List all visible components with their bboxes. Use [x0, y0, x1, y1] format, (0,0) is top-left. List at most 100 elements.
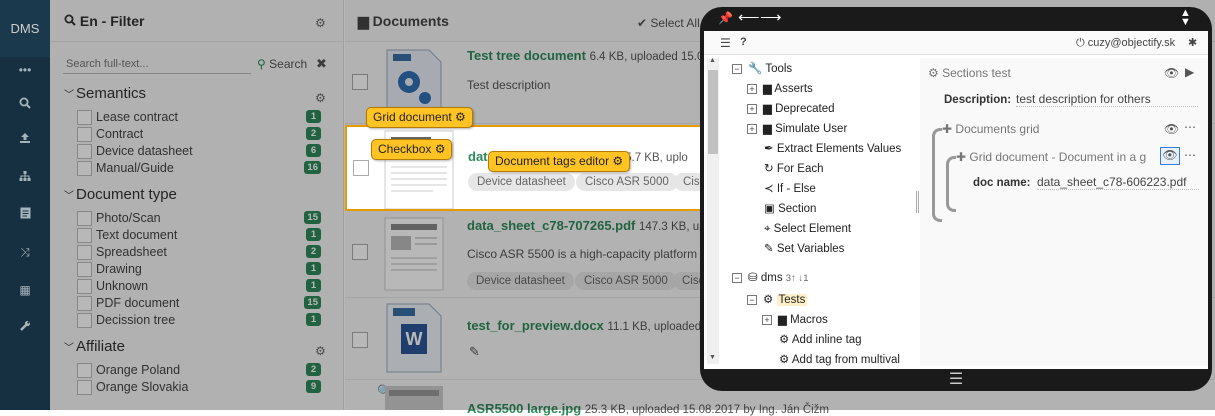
document-tag[interactable]: Cisco ASR 5000	[576, 173, 678, 191]
tree-node-tests[interactable]: − ⚙ Tests	[747, 292, 808, 308]
splitter-handle[interactable]	[916, 191, 919, 213]
tree-node-label: If - Else	[776, 183, 816, 195]
sort-indicator[interactable]: 3↑ ↓1	[786, 273, 809, 284]
tree-node[interactable]: ⚙ Add inline tag	[779, 332, 862, 348]
tree-node-label: Set Variables	[776, 243, 845, 255]
scroll-up-icon[interactable]: ▲	[709, 58, 716, 64]
puzzle-icon: ✚	[956, 150, 967, 164]
user-email: cuzy@objectify.sk	[1087, 37, 1176, 49]
list-icon[interactable]: ☰	[720, 36, 731, 50]
tree-node-label: Tools	[765, 63, 793, 75]
callout-document-tags-editor[interactable]: Document tags editor ⚙	[488, 151, 631, 172]
tree-node[interactable]: ⚙ Add tag from multival	[779, 352, 900, 366]
grid-document-title: Grid document - Document in a g	[969, 150, 1147, 164]
overlay-dim-filter	[50, 0, 345, 410]
expand-icon[interactable]: +	[747, 83, 757, 94]
overlay-dim-nav	[0, 0, 50, 410]
section-title: Sections test	[942, 66, 1011, 80]
description-field[interactable]: test description for others	[1016, 92, 1198, 107]
expand-icon[interactable]: +	[762, 314, 772, 325]
collapse-icon[interactable]: −	[732, 63, 742, 74]
tree-node[interactable]: + ▆ Deprecated	[747, 101, 835, 117]
cogs-icon: ⚙	[434, 142, 446, 156]
tree-node-label: Deprecated	[775, 103, 835, 115]
group-bracket	[946, 156, 956, 212]
section-heading[interactable]: ⚙ Sections test	[928, 66, 1011, 80]
eyedropper-icon: ✒	[764, 143, 774, 155]
expand-icon[interactable]: +	[747, 103, 757, 114]
tree-node[interactable]: ✒ Extract Elements Values	[764, 141, 901, 157]
arrow-left-icon[interactable]: ⟵	[738, 8, 760, 26]
help-icon[interactable]: ?	[740, 36, 747, 48]
scroll-down-icon[interactable]: ▼	[709, 354, 716, 361]
resize-vertical-icon[interactable]: ▲ ▼	[1180, 8, 1191, 28]
tree-node[interactable]: ⌖ Select Element	[764, 221, 851, 237]
refresh-icon: ↻	[764, 163, 774, 175]
more-icon[interactable]: ⋯	[1184, 120, 1196, 134]
share-icon: ≺	[764, 183, 774, 195]
eye-icon[interactable]: 👁	[1160, 147, 1180, 165]
panel-screen: ☰ ? ⏻ cuzy@objectify.sk ✱ ▲ ▼ − 🔧 Tools + ▆…	[704, 31, 1208, 369]
power-icon: ⏻	[1076, 37, 1085, 49]
tree-node-tools[interactable]: − 🔧 Tools	[732, 61, 792, 77]
cogs-icon: ⚙	[455, 110, 466, 124]
callout-label: Grid document	[373, 110, 452, 124]
callout-label: Document tags editor	[495, 154, 610, 168]
tree-node[interactable]: ≺ If - Else	[764, 181, 816, 197]
expand-icon[interactable]: +	[747, 123, 757, 134]
tree-node[interactable]: + ▆ Asserts	[747, 81, 813, 97]
tree-scrollbar[interactable]: ▲ ▼	[707, 58, 719, 364]
tree-node-label: Select Element	[773, 223, 852, 235]
database-icon: ⛁	[748, 272, 758, 284]
cogs-icon: ⚙	[779, 354, 790, 366]
menu-icon[interactable]: ☰	[943, 369, 969, 389]
tree-node[interactable]: + ▆ Macros	[762, 312, 828, 328]
callout-checkbox[interactable]: Checkbox ⚙	[371, 139, 453, 160]
collapse-icon[interactable]: −	[732, 272, 742, 283]
doc-name-field[interactable]: data_sheet_c78-606223.pdf	[1037, 175, 1199, 190]
tree-node-label: For Each	[776, 163, 824, 175]
tree-node-dms[interactable]: − ⛁ dms 3↑ ↓1	[732, 270, 809, 286]
cogs-icon: ⚙	[928, 66, 939, 80]
document-tag[interactable]: Device datasheet	[468, 173, 575, 191]
folder-icon: ▆	[763, 83, 772, 95]
documents-grid-title: Documents grid	[955, 122, 1040, 136]
callout-label: Checkbox	[378, 142, 432, 156]
panel-status-bar: ☰ ? ⏻ cuzy@objectify.sk ✱	[704, 31, 1208, 55]
user-account[interactable]: ⏻ cuzy@objectify.sk	[1076, 37, 1175, 50]
arrow-right-icon[interactable]: ⟶	[760, 8, 782, 26]
play-icon[interactable]: ▶	[1185, 65, 1194, 79]
eye-icon[interactable]: 👁	[1164, 66, 1179, 80]
tree-node[interactable]: ↻ For Each	[764, 161, 824, 177]
tree-node-label: Section	[778, 203, 817, 215]
tree-node-label: Extract Elements Values	[776, 143, 902, 155]
bug-icon[interactable]: ✱	[1188, 36, 1197, 49]
documents-grid-heading[interactable]: ✚ Documents grid	[942, 122, 1039, 136]
collapse-icon[interactable]: −	[747, 294, 757, 305]
callout-grid-document[interactable]: Grid document ⚙	[366, 107, 473, 128]
grid-document-heading[interactable]: ✚ Grid document - Document in a g	[956, 150, 1160, 164]
eye-icon[interactable]: 👁	[1164, 122, 1179, 136]
tree-node-label: Add tag from multival	[791, 354, 900, 366]
tree-node[interactable]: + ▆ Simulate User	[747, 121, 847, 137]
pin-icon[interactable]: 📌	[718, 11, 733, 25]
panel-toolbar: 📌 ⟵ ⟶ ▲ ▼	[700, 7, 1212, 31]
checkbox[interactable]	[353, 160, 369, 176]
cogs-icon: ⚙	[779, 334, 790, 346]
edit-icon: ✎	[764, 243, 774, 255]
section-icon: ▣	[764, 203, 775, 215]
doc-name-label: doc name:	[973, 177, 1031, 189]
wrench-icon: 🔧	[748, 63, 763, 75]
tree-node[interactable]: ▣ Section	[764, 201, 816, 217]
cogs-icon: ⚙	[612, 154, 624, 168]
puzzle-icon: ✚	[942, 122, 953, 136]
scrollbar-thumb[interactable]	[708, 70, 718, 154]
tree-node[interactable]: ✎ Set Variables	[764, 241, 844, 257]
tree-node-label: Tests	[776, 294, 808, 306]
more-icon[interactable]: ⋯	[1184, 148, 1196, 162]
description-label: Description:	[944, 94, 1012, 106]
tree-node-label: Add inline tag	[791, 334, 862, 346]
folder-icon: ▆	[763, 123, 772, 135]
tree-node-label: Simulate User	[775, 123, 848, 135]
tools-tree: ▲ ▼ − 🔧 Tools + ▆ Asserts + ▆ Deprecated + ▆ …	[707, 58, 922, 366]
